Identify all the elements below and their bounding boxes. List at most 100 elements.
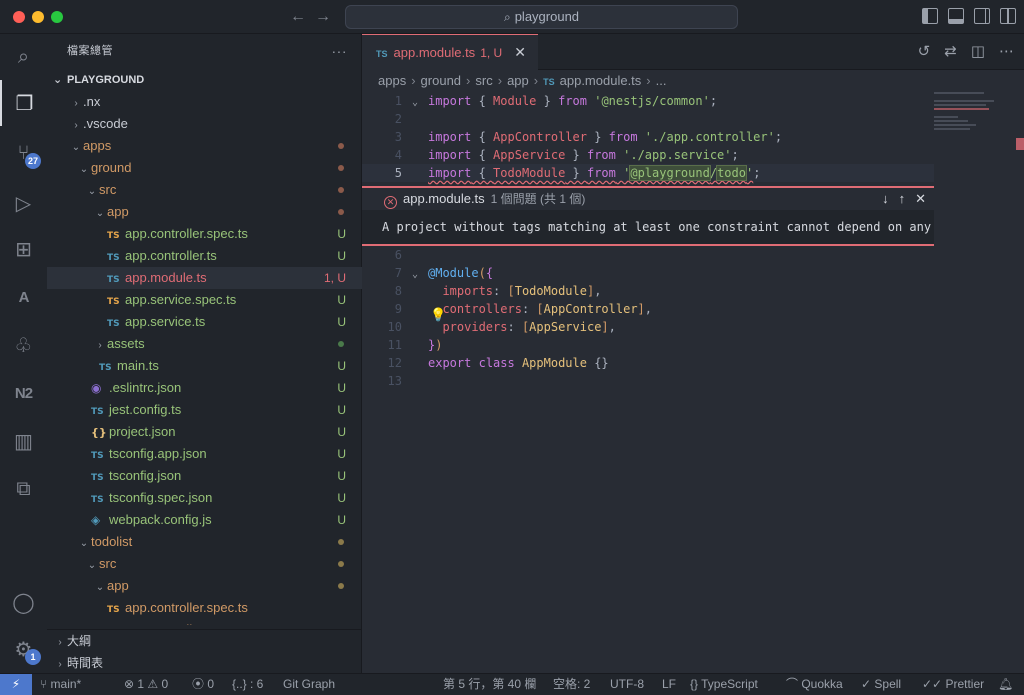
settings-badge: 1 <box>25 649 41 665</box>
indentation-status[interactable]: 空格: 2 <box>553 674 590 695</box>
problems-status[interactable]: ⊗ 1 ⚠ 0 <box>124 674 168 695</box>
remote-explorer-icon[interactable]: ⧉ <box>0 466 47 512</box>
tree-file[interactable]: TS app.module.ts 1, U <box>47 267 362 289</box>
tree-file[interactable]: TS tsconfig.app.json U <box>47 443 362 465</box>
previous-problem-icon[interactable]: ↑ <box>899 188 906 210</box>
breadcrumb-item[interactable]: src <box>475 73 492 88</box>
tree-folder[interactable]: ⌄ todolist <box>47 531 362 553</box>
tree-folder[interactable]: › .vscode <box>47 113 362 135</box>
quokka-status[interactable]: ⌒ Quokka <box>786 674 843 695</box>
extensions-icon[interactable]: ⊞ <box>0 226 47 272</box>
back-arrow-icon[interactable]: ← <box>289 7 307 27</box>
tree-item-label: ground <box>91 160 132 175</box>
explorer-icon[interactable]: ❐ <box>0 80 47 126</box>
next-problem-icon[interactable]: ↓ <box>882 188 889 210</box>
peek-message: A project without tags matching at least… <box>382 220 932 234</box>
remote-indicator-icon[interactable]: ⚡ <box>0 674 32 695</box>
tree-folder[interactable]: › .nx <box>47 91 362 113</box>
tree-folder[interactable]: ⌄ src <box>47 553 362 575</box>
breadcrumb-item[interactable]: app.module.ts <box>560 73 642 88</box>
encoding-status[interactable]: UTF-8 <box>610 674 644 695</box>
tree-folder[interactable]: ⌄ ground <box>47 157 362 179</box>
toggle-secondary-sidebar-icon[interactable] <box>974 8 990 24</box>
tree-folder[interactable]: ⌄ app <box>47 201 362 223</box>
toggle-panel-icon[interactable] <box>948 8 964 24</box>
bindings-status[interactable]: {..} : 6 <box>232 674 263 695</box>
customize-layout-icon[interactable] <box>1000 8 1016 24</box>
tree-file[interactable]: TS app.service.spec.ts U <box>47 289 362 311</box>
settings-gear-icon[interactable]: ⚙ 1 <box>0 626 47 672</box>
outline-label: 大綱 <box>67 634 92 648</box>
language-mode[interactable]: {} TypeScript <box>690 674 758 695</box>
tree-folder[interactable]: ⌄ apps <box>47 135 362 157</box>
git-graph-button[interactable]: Git Graph <box>283 674 335 695</box>
more-actions-icon[interactable]: ··· <box>332 34 348 69</box>
close-peek-icon[interactable]: ✕ <box>915 188 926 210</box>
code-line: 10 providers: [AppService], <box>387 320 616 334</box>
tree-file[interactable]: TS main.ts U <box>47 355 362 377</box>
tree-file[interactable]: TS app.service.ts U <box>47 311 362 333</box>
tsspec-file-icon: TS <box>107 231 120 241</box>
source-control-icon[interactable]: ⑂ 27 <box>0 130 47 176</box>
run-debug-icon[interactable]: ▷ <box>0 180 47 226</box>
tree-folder[interactable]: ⌄ app <box>47 575 362 597</box>
close-window-button[interactable] <box>13 11 25 23</box>
eol-status[interactable]: LF <box>662 674 676 695</box>
tree-file[interactable]: TS jest.config.ts U <box>47 399 362 421</box>
forward-arrow-icon[interactable]: → <box>314 7 332 27</box>
timeline-section-header[interactable]: › 時間表 <box>47 652 362 674</box>
tree-file[interactable]: TS tsconfig.json U <box>47 465 362 487</box>
tree-folder[interactable]: › assets <box>47 333 362 355</box>
tree-file[interactable]: TS app.controller.spec.ts U <box>47 223 362 245</box>
tree-file[interactable]: TS app.controller.ts U <box>47 245 362 267</box>
branch-status[interactable]: ⑂ main* <box>40 674 81 695</box>
command-center[interactable]: ⌕ playground <box>345 5 738 29</box>
chevron-right-icon: › <box>497 73 503 88</box>
tree-file[interactable]: ◉ .eslintrc.json U <box>47 377 362 399</box>
toggle-primary-sidebar-icon[interactable] <box>922 8 938 24</box>
angular-icon[interactable]: A <box>0 274 47 320</box>
search-icon[interactable]: ⌕ <box>0 34 47 80</box>
ports-status[interactable]: ⦿ 0 <box>192 674 214 695</box>
tree-file[interactable]: TSapp.controller.ts <box>47 619 362 625</box>
spell-status[interactable]: ✓ Spell <box>861 674 901 695</box>
webpack-file-icon: ◈ <box>91 513 101 527</box>
error-icon: ⊗ <box>124 677 138 691</box>
minimize-window-button[interactable] <box>32 11 44 23</box>
history-icon[interactable]: ↺ <box>918 42 931 60</box>
tree-icon[interactable]: ♧ <box>0 322 47 368</box>
tsconf-file-icon: TS <box>91 451 104 461</box>
tab-app-module[interactable]: TS app.module.ts 1, U ✕ <box>362 34 538 70</box>
prettier-status[interactable]: ✓✓ Prettier <box>922 674 984 695</box>
zoom-window-button[interactable] <box>51 11 63 23</box>
tree-file[interactable]: TS app.controller.spec.ts <box>47 597 362 619</box>
split-editor-icon[interactable]: ◫ <box>971 42 985 60</box>
breadcrumb-item[interactable]: apps <box>378 73 406 88</box>
status-bar: ⚡ ⑂ main* ⊗ 1 ⚠ 0 ⦿ 0 {..} : 6 Git Graph… <box>0 673 1024 695</box>
git-status-badge: U <box>337 381 346 395</box>
breadcrumb-item[interactable]: ... <box>656 73 667 88</box>
outline-section-header[interactable]: › 大綱 <box>47 630 362 652</box>
explorer-sidebar: 檔案總管 ··· ⌄ PLAYGROUND › .nx › .vscode ⌄ apps ⌄ g… <box>47 34 362 673</box>
workspace-section-header[interactable]: ⌄ PLAYGROUND <box>47 69 361 91</box>
cursor-position[interactable]: 第 5 行，第 40 欄 <box>443 674 536 695</box>
tree-folder[interactable]: ⌄ src <box>47 179 362 201</box>
code-editor[interactable]: 1 ⌄ import { Module } from '@nestjs/common… <box>362 92 1024 672</box>
breadcrumb-item[interactable]: app <box>507 73 529 88</box>
minimap[interactable] <box>934 92 1016 152</box>
more-actions-icon[interactable]: ⋯ <box>999 42 1014 60</box>
timeline-label: 時間表 <box>67 656 104 670</box>
account-icon[interactable]: ◯ <box>0 579 47 625</box>
close-tab-icon[interactable]: ✕ <box>514 35 526 70</box>
breadcrumb: apps › ground › src › app › TS app.module.ts ›... <box>362 70 1024 92</box>
tree-file[interactable]: TS tsconfig.spec.json U <box>47 487 362 509</box>
notifications-bell-icon[interactable]: 🔔︎ <box>998 674 1013 695</box>
breadcrumb-item[interactable]: ground <box>421 73 461 88</box>
tree-file[interactable]: ◈ webpack.config.js U <box>47 509 362 531</box>
docker-icon[interactable]: ▥ <box>0 418 47 464</box>
compare-icon[interactable]: ⇄ <box>944 42 957 60</box>
tree-item-label: todolist <box>91 534 133 549</box>
nx-icon[interactable]: N2 <box>0 370 47 416</box>
tree-file[interactable]: {} project.json U <box>47 421 362 443</box>
error-icon: ✕ <box>384 196 397 209</box>
